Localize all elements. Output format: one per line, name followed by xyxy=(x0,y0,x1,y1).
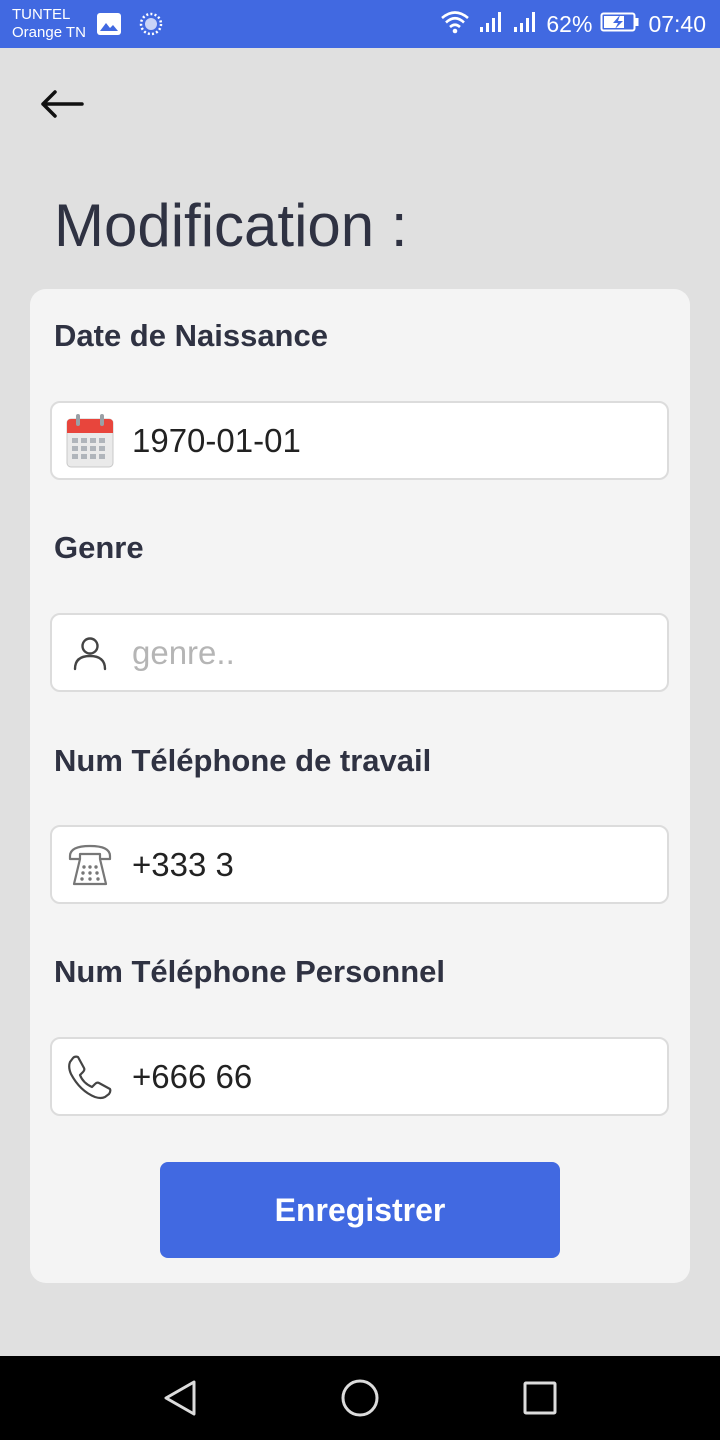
battery-charging-icon xyxy=(600,11,640,38)
work-phone-label: Num Téléphone de travail xyxy=(54,743,432,778)
save-button[interactable]: Enregistrer xyxy=(160,1162,560,1258)
calendar-icon xyxy=(60,409,120,473)
desk-phone-icon xyxy=(60,833,120,897)
home-circle-icon[interactable] xyxy=(340,1378,380,1418)
carrier-network: Orange TN xyxy=(12,24,86,41)
form-card: Date de Naissance Genre xyxy=(30,289,690,1283)
page-title: Modification : xyxy=(54,192,408,259)
gender-label: Genre xyxy=(54,530,144,565)
battery-percent: 62% xyxy=(546,11,593,37)
gender-input[interactable] xyxy=(132,625,652,681)
phone-icon xyxy=(60,1045,120,1109)
personal-phone-label: Num Téléphone Personnel xyxy=(54,954,446,989)
person-icon xyxy=(60,621,120,685)
clock: 07:40 xyxy=(648,11,706,37)
signal-icon xyxy=(478,10,504,39)
status-icons: 62% 07:40 xyxy=(432,0,706,48)
back-triangle-icon[interactable] xyxy=(160,1378,200,1418)
work-phone-field[interactable] xyxy=(50,825,669,904)
arrow-left-icon xyxy=(38,89,84,124)
loading-icon xyxy=(139,12,163,41)
birth-date-label: Date de Naissance xyxy=(54,318,328,353)
work-phone-input[interactable] xyxy=(132,837,652,893)
gallery-icon xyxy=(96,12,122,41)
birth-date-field[interactable] xyxy=(50,401,669,480)
wifi-icon xyxy=(440,10,470,39)
carrier-name: TUNTEL xyxy=(12,6,71,23)
personal-phone-field[interactable] xyxy=(50,1037,669,1116)
personal-phone-input[interactable] xyxy=(132,1049,652,1105)
signal-icon xyxy=(512,10,538,39)
back-button[interactable] xyxy=(36,86,86,126)
birth-date-input[interactable] xyxy=(132,413,652,469)
navigation-bar xyxy=(0,1356,720,1440)
gender-field[interactable] xyxy=(50,613,669,692)
status-bar: TUNTEL Orange TN 62% 07:40 xyxy=(0,0,720,48)
recents-square-icon[interactable] xyxy=(520,1378,560,1418)
carrier-info: TUNTEL Orange TN xyxy=(12,6,86,42)
